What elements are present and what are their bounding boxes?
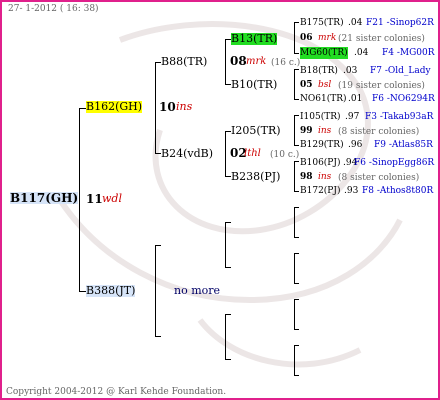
bracket-root (79, 108, 80, 292)
gen2-b-count: (10 c.) (270, 150, 300, 160)
bracket-root-top (79, 108, 86, 109)
g4-7-note: (8 sister colonies) (338, 127, 420, 137)
g4-1-num: 06 (300, 33, 313, 43)
bracket-g2-b (225, 131, 226, 177)
g4-3-link[interactable]: F7 -Old_Lady (370, 65, 431, 77)
copyright: Copyright 2004-2012 @ Karl Kehde Foundat… (6, 387, 227, 397)
gen2-a-year: 08 (230, 54, 247, 68)
g4-5-id[interactable]: NO61(TR) (300, 93, 347, 105)
gen2-b-mark: lthl (244, 148, 261, 159)
g4-3-id[interactable]: B18(TR) (300, 65, 338, 77)
g4-1-mark: mrk (318, 33, 337, 43)
gen3-a-queen[interactable]: B13(TR) (231, 33, 278, 45)
bracket-g2-a (225, 39, 226, 85)
g4-11-val: .93 (344, 186, 359, 196)
g4-0-val: .04 (348, 18, 363, 28)
dam-queen[interactable]: B388(JT) (86, 285, 136, 297)
g4-7-num: 99 (300, 126, 313, 136)
gen2-a-queen[interactable]: B88(TR) (161, 56, 207, 68)
g4-0-id[interactable]: B175(TR) (300, 17, 344, 29)
g4-2-id[interactable]: MG60(TR) (300, 47, 348, 59)
g4-5-link[interactable]: F6 -NO6294R (372, 93, 435, 105)
gen2-a-count: (16 c.) (271, 58, 301, 68)
sire-mark: ins (176, 100, 193, 113)
g4-2-link[interactable]: F4 -MG00R (382, 47, 435, 59)
g4-6-link[interactable]: F3 -Takab93aR (365, 111, 433, 123)
timestamp: 27- 1-2012 ( 16: 38) (8, 4, 99, 14)
sire-queen[interactable]: B162(GH) (86, 101, 143, 113)
g4-6-val: .97 (345, 112, 360, 122)
root-year: 11 (86, 192, 103, 206)
gen3-d-queen[interactable]: B238(PJ) (231, 171, 280, 183)
g4-4-num: 05 (300, 80, 313, 90)
gen2-b-queen[interactable]: B24(vdB) (161, 148, 213, 160)
g4-11-id[interactable]: B172(PJ) (300, 185, 340, 197)
g4-8-val: .96 (348, 140, 363, 150)
g4-4-note: (19 sister colonies) (338, 81, 425, 91)
bracket-g1-bottom (155, 245, 156, 337)
g4-8-link[interactable]: F9 -Atlas85R (374, 139, 433, 151)
g4-5-val: .01 (348, 94, 363, 104)
bracket-g1-top (155, 62, 156, 154)
g4-7-mark: ins (318, 126, 332, 136)
gen3-c-queen[interactable]: I205(TR) (231, 125, 281, 137)
g4-1-note: (21 sister colonies) (338, 34, 425, 44)
g4-10-num: 98 (300, 172, 313, 182)
g4-9-id[interactable]: B106(PJ) (300, 157, 340, 169)
g4-2-val: .04 (354, 48, 369, 58)
g4-0-link[interactable]: F21 -Sinop62R (366, 17, 434, 29)
g4-3-val: .03 (343, 66, 358, 76)
bracket-g2-d (225, 314, 226, 360)
g4-9-link[interactable]: F6 -SinopEgg86R (354, 157, 434, 169)
g4-6-id[interactable]: I105(TR) (300, 111, 341, 123)
g4-8-id[interactable]: B129(TR) (300, 139, 344, 151)
g4-4-mark: bsl (318, 80, 332, 90)
gen3-b-queen[interactable]: B10(TR) (231, 79, 277, 91)
g4-11-link[interactable]: F8 -Athos8t80R (362, 185, 433, 197)
gen2-a-mark: mrk (246, 56, 267, 67)
g4-10-note: (8 sister colonies) (338, 173, 420, 183)
bracket-g2-c (225, 222, 226, 268)
g4-10-mark: ins (318, 172, 332, 182)
no-more-label: no more (174, 284, 221, 297)
bracket-root-bottom (79, 291, 86, 292)
root-queen[interactable]: B117(GH) (10, 192, 79, 204)
root-mark: wdl (102, 192, 122, 205)
sire-year: 10 (159, 100, 176, 114)
